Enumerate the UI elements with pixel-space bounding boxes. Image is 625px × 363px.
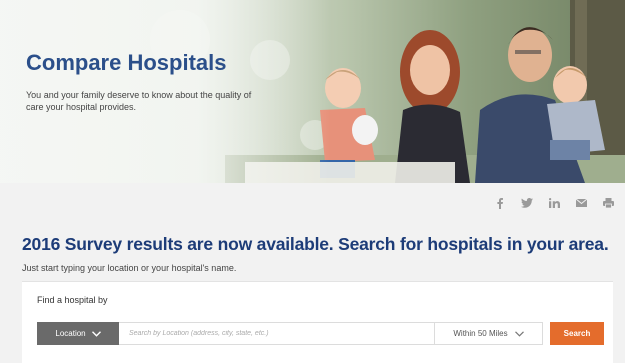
facebook-icon[interactable] bbox=[493, 197, 507, 209]
radius-select-value: Within 50 Miles bbox=[453, 329, 508, 338]
linkedin-icon[interactable] bbox=[547, 197, 561, 209]
print-icon[interactable] bbox=[601, 197, 615, 209]
survey-headline: 2016 Survey results are now available. S… bbox=[22, 234, 609, 254]
hospital-search-panel: Find a hospital by Location Within 50 Mi… bbox=[22, 281, 613, 363]
email-icon[interactable] bbox=[574, 197, 588, 209]
hero-banner: Compare Hospitals You and your family de… bbox=[0, 0, 625, 183]
search-instructions: Just start typing your location or your … bbox=[22, 263, 237, 273]
search-row: Location Within 50 Miles Search bbox=[37, 322, 604, 345]
location-search-input[interactable] bbox=[119, 322, 435, 345]
page: Compare Hospitals You and your family de… bbox=[0, 0, 625, 363]
location-dropdown-button[interactable]: Location bbox=[37, 322, 119, 345]
page-title: Compare Hospitals bbox=[26, 50, 227, 75]
find-hospital-label: Find a hospital by bbox=[37, 295, 108, 305]
location-dropdown-label: Location bbox=[55, 329, 86, 338]
chevron-down-icon bbox=[514, 330, 524, 337]
chevron-down-icon bbox=[91, 330, 101, 337]
hero-subtitle: You and your family deserve to know abou… bbox=[26, 90, 252, 112]
share-bar bbox=[493, 197, 615, 209]
search-button[interactable]: Search bbox=[550, 322, 604, 345]
twitter-icon[interactable] bbox=[520, 197, 534, 209]
radius-select[interactable]: Within 50 Miles bbox=[435, 322, 543, 345]
